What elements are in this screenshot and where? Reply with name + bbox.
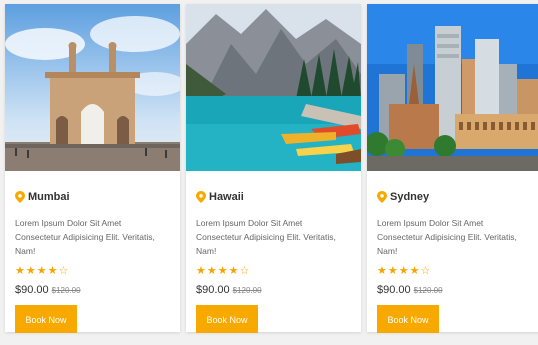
- sydney-image: [367, 4, 538, 171]
- price: $90.00: [196, 284, 230, 296]
- star-full-icon: ★: [398, 265, 409, 277]
- star-empty-icon: ☆: [420, 265, 431, 277]
- destination-card-sydney: Sydney Lorem Ipsum Dolor Sit Amet Consec…: [367, 4, 538, 333]
- old-price: $120.00: [413, 286, 443, 295]
- book-now-button[interactable]: Book Now: [196, 305, 258, 333]
- book-now-button[interactable]: Book Now: [15, 305, 77, 333]
- destination-cards: Mumbai Lorem Ipsum Dolor Sit Amet Consec…: [0, 0, 538, 345]
- description: Lorem Ipsum Dolor Sit Amet Consectetur A…: [15, 218, 155, 256]
- star-half-icon: ★: [47, 265, 58, 277]
- star-full-icon: ★: [36, 265, 47, 277]
- price: $90.00: [377, 284, 411, 296]
- description: Lorem Ipsum Dolor Sit Amet Consectetur A…: [377, 218, 517, 256]
- location-name: Mumbai: [28, 191, 70, 203]
- location: Sydney: [377, 191, 532, 203]
- mumbai-image: [5, 4, 180, 171]
- location: Mumbai: [15, 191, 170, 203]
- star-full-icon: ★: [15, 265, 25, 277]
- location: Hawaii: [196, 191, 351, 203]
- price: $90.00: [15, 284, 49, 296]
- destination-card-mumbai: Mumbai Lorem Ipsum Dolor Sit Amet Consec…: [5, 4, 180, 333]
- price-line: $90.00 $120.00: [196, 284, 351, 296]
- old-price: $120.00: [232, 286, 262, 295]
- star-full-icon: ★: [25, 265, 36, 277]
- star-full-icon: ★: [206, 265, 217, 277]
- star-full-icon: ★: [196, 265, 206, 277]
- location-name: Hawaii: [209, 191, 244, 203]
- star-full-icon: ★: [387, 265, 398, 277]
- star-half-icon: ★: [228, 265, 239, 277]
- star-full-icon: ★: [217, 265, 228, 277]
- price-line: $90.00 $120.00: [15, 284, 170, 296]
- rating-stars: ★ ★ ★ ★ ☆: [377, 266, 532, 277]
- star-full-icon: ★: [377, 265, 387, 277]
- location-name: Sydney: [390, 191, 430, 203]
- rating-stars: ★ ★ ★ ★ ☆: [15, 266, 170, 277]
- map-pin-icon: [377, 191, 387, 203]
- price-line: $90.00 $120.00: [377, 284, 532, 296]
- destination-card-hawaii: Hawaii Lorem Ipsum Dolor Sit Amet Consec…: [186, 4, 361, 333]
- star-empty-icon: ☆: [58, 265, 69, 277]
- description: Lorem Ipsum Dolor Sit Amet Consectetur A…: [196, 218, 336, 256]
- old-price: $120.00: [51, 286, 81, 295]
- map-pin-icon: [196, 191, 206, 203]
- rating-stars: ★ ★ ★ ★ ☆: [196, 266, 351, 277]
- star-empty-icon: ☆: [239, 265, 250, 277]
- star-half-icon: ★: [409, 265, 420, 277]
- map-pin-icon: [15, 191, 25, 203]
- hawaii-image: [186, 4, 361, 171]
- book-now-button[interactable]: Book Now: [377, 305, 439, 333]
